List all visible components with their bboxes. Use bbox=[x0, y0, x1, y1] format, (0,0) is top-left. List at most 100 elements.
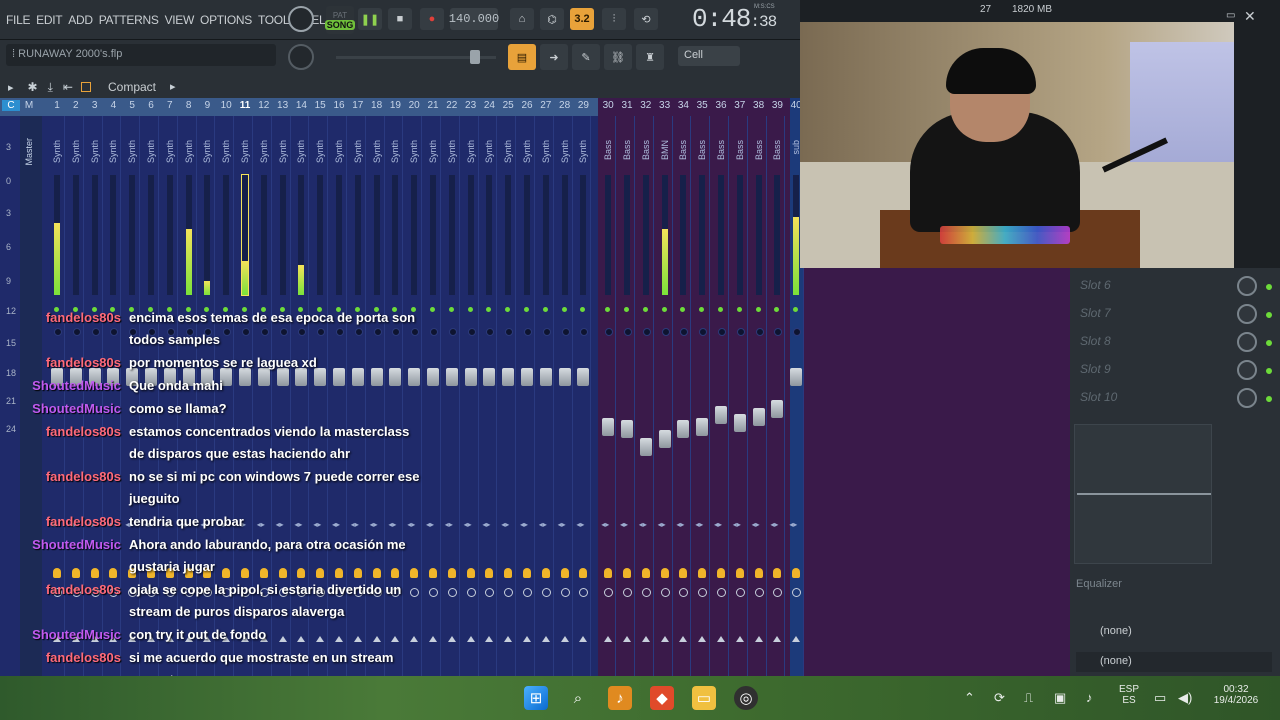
volume-fader[interactable] bbox=[389, 368, 402, 386]
channel-label[interactable]: Synth bbox=[165, 140, 175, 163]
pan-knob[interactable] bbox=[279, 328, 288, 336]
tray-mic-icon[interactable]: ♪ bbox=[1086, 690, 1093, 705]
stereo-separation-arrows[interactable]: ◂▸ bbox=[445, 520, 453, 529]
enable-led[interactable] bbox=[661, 307, 667, 312]
route-arrow-icon[interactable] bbox=[604, 636, 613, 642]
detach-icon[interactable]: ⇤ bbox=[63, 80, 73, 94]
volume-fader[interactable] bbox=[427, 368, 439, 386]
volume-fader[interactable] bbox=[771, 400, 784, 418]
record-button[interactable]: ● bbox=[420, 8, 444, 30]
track-number[interactable]: 33 bbox=[656, 100, 674, 111]
volume-fader[interactable] bbox=[677, 420, 690, 438]
tray-usb-icon[interactable]: ⎍ bbox=[1024, 690, 1033, 706]
volume-fader[interactable] bbox=[602, 418, 615, 436]
volume-fader[interactable] bbox=[483, 368, 496, 386]
volume-fader[interactable] bbox=[464, 368, 477, 386]
stereo-separation-arrows[interactable]: ◂▸ bbox=[601, 520, 609, 529]
swap-phase-icon[interactable] bbox=[623, 568, 631, 578]
menu-patterns[interactable]: PATTERNS bbox=[99, 13, 159, 27]
snap-value-button[interactable]: 3.2 bbox=[570, 8, 594, 30]
channel-label[interactable]: Synth bbox=[409, 140, 419, 163]
view-arrow-icon[interactable]: ▸ bbox=[170, 80, 176, 93]
stereo-separation-arrows[interactable]: ◂▸ bbox=[351, 520, 359, 529]
playlist-icon[interactable]: ▤ bbox=[508, 44, 536, 70]
swap-phase-icon[interactable] bbox=[660, 568, 669, 578]
volume-fader[interactable] bbox=[333, 368, 345, 386]
route-arrow-icon[interactable] bbox=[485, 636, 494, 642]
channel-label[interactable]: Synth bbox=[315, 140, 325, 163]
stereo-separation-arrows[interactable]: ◂▸ bbox=[789, 520, 797, 529]
channel-label[interactable]: Synth bbox=[278, 140, 288, 163]
stereo-separation-arrows[interactable]: ◂▸ bbox=[639, 520, 647, 529]
pan-knob[interactable] bbox=[448, 328, 457, 336]
swap-phase-icon[interactable] bbox=[316, 568, 325, 578]
route-arrow-icon[interactable] bbox=[335, 636, 343, 642]
slot-mix-knob[interactable] bbox=[1237, 276, 1257, 296]
stereo-separation-arrows[interactable]: ◂▸ bbox=[576, 520, 584, 529]
pan-knob[interactable] bbox=[354, 328, 363, 336]
swap-phase-icon[interactable] bbox=[773, 568, 782, 578]
volume-fader[interactable] bbox=[314, 368, 327, 386]
menu-view[interactable]: VIEW bbox=[165, 13, 195, 27]
channel-label[interactable]: Bass bbox=[678, 140, 688, 160]
track-number[interactable]: 2 bbox=[67, 100, 85, 111]
route-arrow-icon[interactable] bbox=[391, 636, 400, 642]
stereo-separation-arrows[interactable]: ◂▸ bbox=[558, 520, 566, 529]
wrench-icon[interactable]: ✱ bbox=[28, 80, 38, 94]
stereo-separation-arrows[interactable]: ◂▸ bbox=[676, 520, 684, 529]
swap-phase-icon[interactable] bbox=[109, 568, 118, 578]
track-number[interactable]: 39 bbox=[768, 100, 786, 111]
enable-led[interactable] bbox=[448, 307, 454, 312]
pan-knob[interactable] bbox=[72, 328, 81, 336]
swap-phase-icon[interactable] bbox=[372, 568, 381, 578]
swap-phase-icon[interactable] bbox=[429, 568, 437, 578]
stereo-separation-arrows[interactable]: ◂▸ bbox=[770, 520, 778, 529]
pin-icon[interactable]: ⤓ bbox=[48, 80, 53, 95]
swap-phase-icon[interactable] bbox=[222, 568, 231, 578]
pan-knob[interactable] bbox=[624, 328, 632, 336]
obs-icon[interactable]: ◎ bbox=[734, 686, 758, 710]
stereo-separation-arrows[interactable]: ◂▸ bbox=[733, 520, 741, 529]
header-c[interactable]: C bbox=[2, 100, 20, 111]
swap-phase-icon[interactable] bbox=[485, 568, 494, 578]
mixer-view-mode[interactable]: Compact bbox=[108, 80, 156, 94]
volume-fader[interactable] bbox=[658, 430, 671, 448]
track-number[interactable]: 34 bbox=[674, 100, 692, 111]
route-arrow-icon[interactable] bbox=[735, 636, 744, 642]
menu-edit[interactable]: EDIT bbox=[36, 13, 62, 27]
network-icon[interactable]: ▭ bbox=[1154, 690, 1166, 706]
send-route-1[interactable]: (none) bbox=[1076, 622, 1272, 642]
channel-label[interactable]: Synth bbox=[240, 140, 250, 163]
slot-enable-led[interactable] bbox=[1266, 312, 1272, 318]
channel-label[interactable]: Synth bbox=[466, 140, 476, 163]
slot-enable-led[interactable] bbox=[1266, 396, 1272, 402]
pat-song-toggle[interactable]: PAT SONG bbox=[324, 6, 356, 34]
slot-mix-knob[interactable] bbox=[1237, 388, 1257, 408]
window-min-icon[interactable]: ▭ bbox=[1226, 10, 1238, 22]
stereo-separation-arrows[interactable]: ◂▸ bbox=[714, 520, 722, 529]
channel-label[interactable]: Synth bbox=[447, 140, 457, 163]
pan-knob[interactable] bbox=[91, 328, 100, 336]
channel-label[interactable]: Synth bbox=[503, 140, 513, 163]
track-number[interactable]: 21 bbox=[424, 100, 442, 111]
stereo-separation-arrows[interactable]: ◂▸ bbox=[752, 520, 760, 529]
track-number[interactable]: 27 bbox=[537, 100, 555, 111]
track-number[interactable]: 14 bbox=[292, 100, 310, 111]
route-arrow-icon[interactable] bbox=[297, 636, 306, 642]
swap-phase-icon[interactable] bbox=[259, 568, 268, 578]
slot-enable-led[interactable] bbox=[1266, 340, 1272, 346]
volume-fader[interactable] bbox=[733, 414, 746, 432]
stereo-separation-arrows[interactable]: ◂▸ bbox=[388, 520, 396, 529]
channel-label[interactable]: Bass bbox=[772, 140, 782, 160]
volume-fader[interactable] bbox=[521, 368, 533, 386]
stereo-separation-arrows[interactable]: ◂▸ bbox=[620, 520, 628, 529]
pan-knob[interactable] bbox=[336, 328, 344, 336]
stereo-separation-arrows[interactable]: ◂▸ bbox=[294, 520, 302, 529]
swap-phase-icon[interactable] bbox=[523, 568, 531, 578]
volume-fader[interactable] bbox=[408, 368, 421, 386]
file-explorer-icon[interactable]: ▭ bbox=[692, 686, 716, 710]
menu-add[interactable]: ADD bbox=[68, 13, 93, 27]
stereo-separation-arrows[interactable]: ◂▸ bbox=[539, 520, 547, 529]
tempo-display[interactable]: 140.000 bbox=[449, 8, 499, 30]
pan-knob[interactable] bbox=[542, 328, 551, 336]
